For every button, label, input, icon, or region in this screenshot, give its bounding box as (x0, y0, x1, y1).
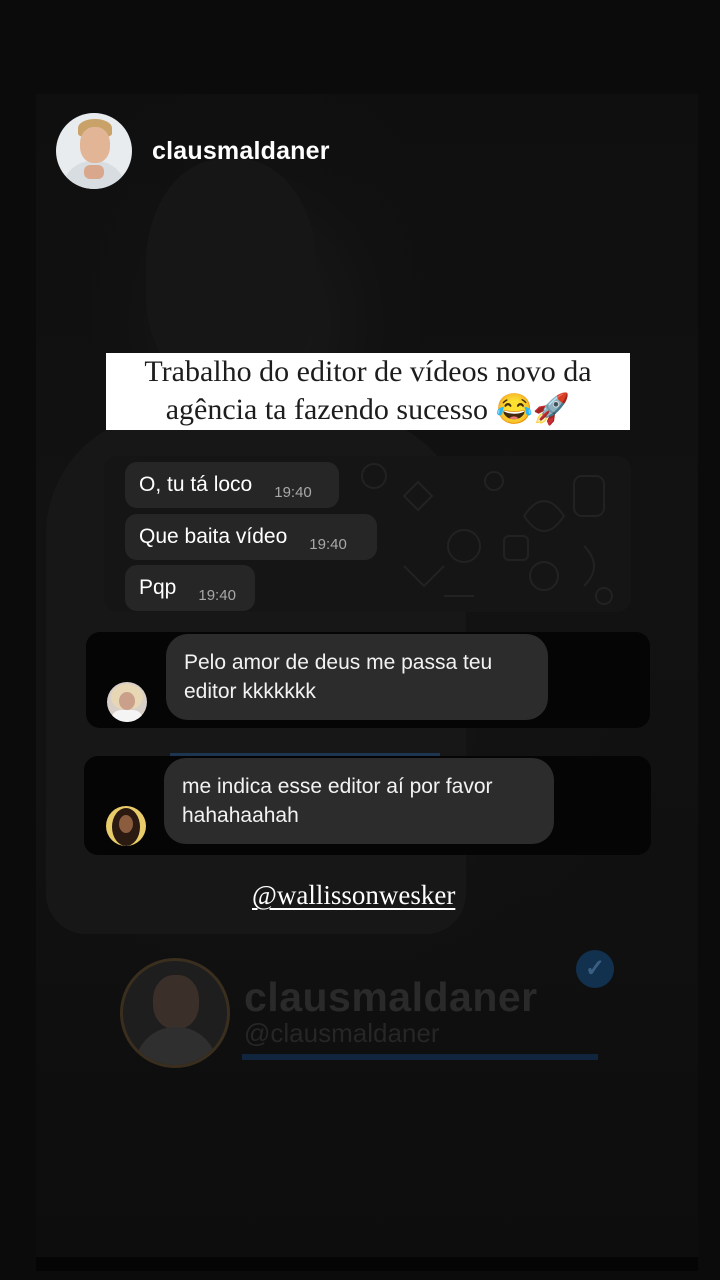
comment-bubble: Pelo amor de deus me passa teu editor kk… (166, 634, 548, 720)
comment-bubble: me indica esse editor aí por favor hahah… (164, 758, 554, 844)
background-profile-handle: @clausmaldaner (244, 1018, 440, 1048)
comment-text-line-2: hahahaahah (182, 804, 299, 827)
mention-link[interactable]: @wallissonwesker (252, 880, 455, 911)
background-profile-name: clausmaldaner (244, 974, 538, 1020)
profile-avatar[interactable] (56, 113, 132, 189)
story-header: clausmaldaner (56, 113, 330, 189)
background-profile-underline (242, 1054, 598, 1060)
whatsapp-chat-screenshot: O, tu tá loco 19:40 Que baita vídeo 19:4… (104, 456, 631, 612)
chat-message-time: 19:40 (309, 535, 347, 553)
verified-badge-icon: ✓ (576, 950, 614, 988)
chat-message-text: Pqp (139, 576, 177, 599)
comment-text-line-2: editor kkkkkkk (184, 680, 316, 703)
username[interactable]: clausmaldaner (152, 137, 330, 166)
chat-bubble: Pqp 19:40 (125, 565, 255, 611)
comment-text-line-1: me indica esse editor aí por favor (182, 775, 493, 798)
caption-box: Trabalho do editor de vídeos novo da agê… (106, 353, 630, 430)
commenter-avatar[interactable] (106, 806, 146, 846)
background-profile-card: clausmaldaner ✓ @clausmaldaner (116, 950, 626, 1084)
chat-bubble: Que baita vídeo 19:40 (125, 514, 377, 560)
chat-bubble: O, tu tá loco 19:40 (125, 462, 339, 508)
chat-message-text: O, tu tá loco (139, 473, 253, 496)
chat-message-time: 19:40 (198, 586, 236, 604)
background-profile-avatar (120, 958, 230, 1068)
comment-text-line-1: Pelo amor de deus me passa teu (184, 651, 493, 674)
comment-card: me indica esse editor aí por favor hahah… (84, 756, 651, 855)
comment-card: Pelo amor de deus me passa teu editor kk… (86, 632, 650, 728)
chat-message-time: 19:40 (274, 483, 312, 501)
chat-message-text: Que baita vídeo (139, 525, 288, 548)
story-bottom-edge (36, 1257, 698, 1271)
caption-line-1: Trabalho do editor de vídeos novo da (144, 355, 592, 388)
commenter-avatar[interactable] (107, 682, 147, 722)
caption-line-2: agência ta fazendo sucesso 😂🚀 (165, 393, 571, 426)
